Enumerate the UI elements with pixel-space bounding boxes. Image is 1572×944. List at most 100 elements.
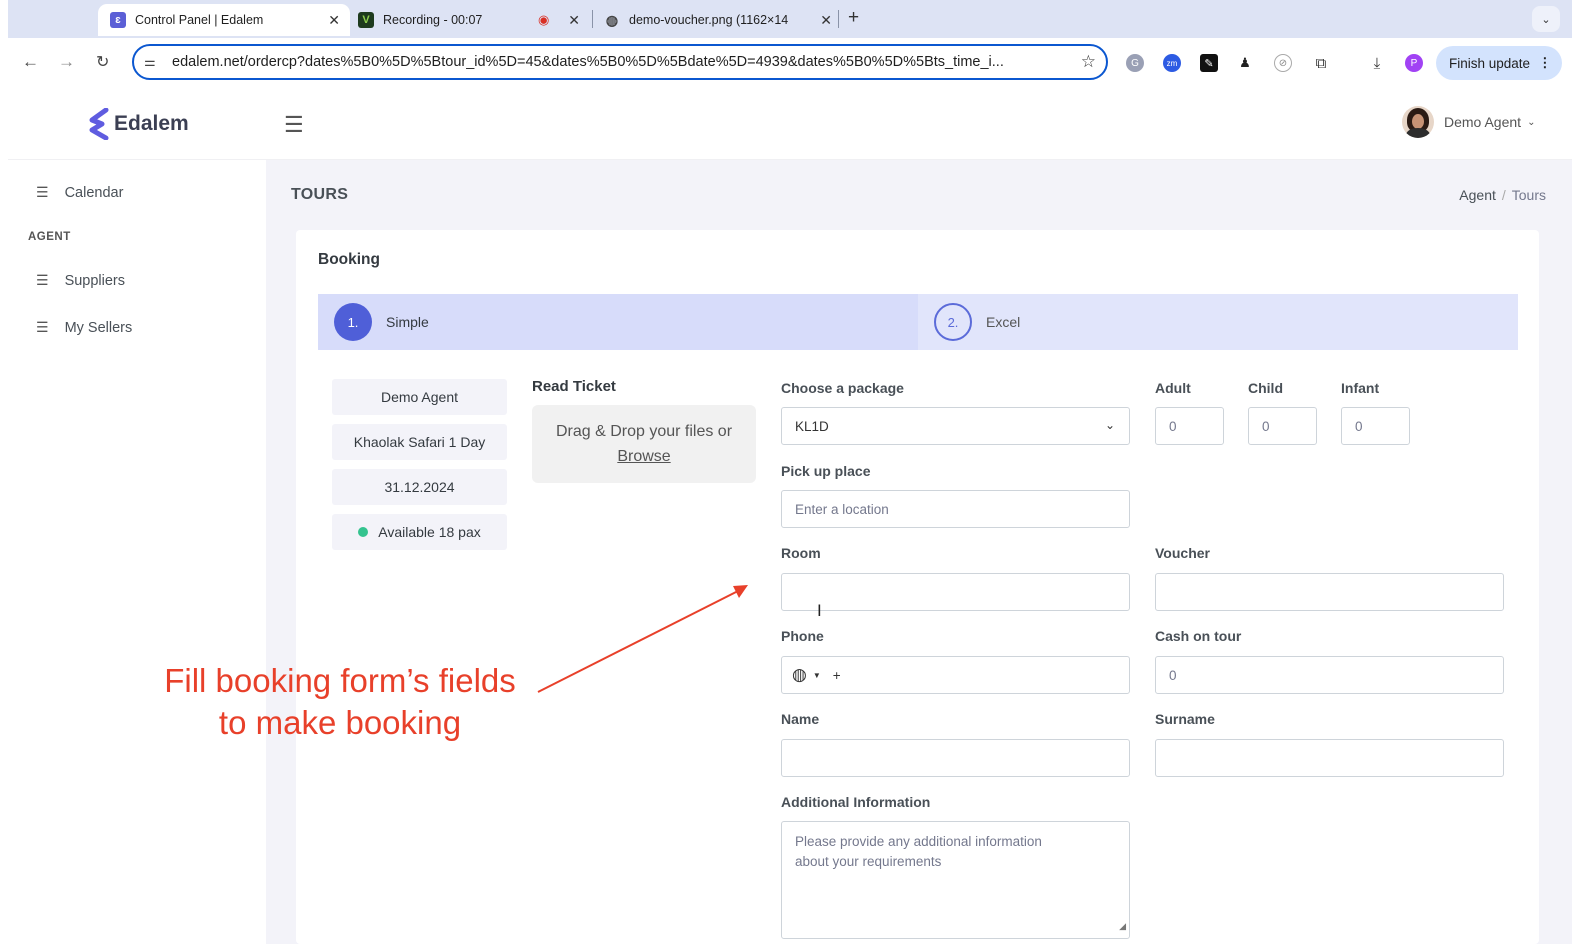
adult-input[interactable]: 0: [1155, 407, 1224, 445]
site-settings-icon[interactable]: ⚌: [144, 54, 164, 70]
availability-text: Available 18 pax: [378, 524, 481, 540]
adult-value: 0: [1169, 418, 1177, 434]
user-name: Demo Agent: [1444, 114, 1522, 130]
breadcrumb: Agent / Tours: [1459, 187, 1546, 203]
breadcrumb-agent[interactable]: Agent: [1459, 187, 1496, 203]
annotation-line2: to make booking: [218, 704, 462, 741]
sidebar-item-my-sellers[interactable]: ☰ My Sellers: [36, 319, 132, 336]
pickup-placeholder: Enter a location: [795, 501, 889, 517]
pickup-input[interactable]: Enter a location: [781, 490, 1130, 528]
annotation-line1: Fill booking form’s fields: [164, 662, 516, 699]
additional-label: Additional Information: [781, 794, 931, 810]
tab-demo-voucher[interactable]: ◍ demo-voucher.png (1162×14 ✕: [602, 4, 834, 36]
step-label: Simple: [386, 314, 429, 330]
browse-link[interactable]: Browse: [617, 448, 670, 465]
sidebar-item-label: Calendar: [64, 184, 124, 201]
text-cursor-icon: I: [817, 601, 822, 620]
browser-chrome: ɛ Control Panel | Edalem ✕ V Recording -…: [8, 0, 1572, 88]
edit-extension-icon[interactable]: ✎: [1200, 54, 1218, 72]
brand-name: Edalem: [114, 112, 189, 135]
sidebar-item-label: My Sellers: [64, 319, 133, 336]
robot-extension-icon[interactable]: ♟: [1236, 54, 1254, 72]
summary-date: 31.12.2024: [332, 469, 507, 505]
edalem-icon: ɛ: [110, 12, 126, 28]
back-icon[interactable]: ←: [22, 52, 39, 72]
reload-icon[interactable]: ↻: [96, 52, 109, 72]
resize-handle-icon[interactable]: ◢: [1119, 916, 1126, 936]
breadcrumb-separator: /: [1501, 187, 1506, 203]
extension-icon[interactable]: G: [1126, 54, 1144, 72]
name-label: Name: [781, 711, 820, 727]
additional-textarea[interactable]: Please provide any additional informatio…: [781, 821, 1130, 939]
step-number: 1.: [334, 303, 372, 341]
list-icon: ☰: [36, 184, 49, 200]
edalem-logo-icon: [89, 108, 109, 140]
sidebar: ☰ Calendar AGENT ☰ Suppliers ☰ My Seller…: [8, 160, 266, 944]
finish-update-button[interactable]: Finish update ⋮: [1436, 46, 1562, 80]
brand-logo[interactable]: Edalem: [88, 108, 189, 140]
step-label: Excel: [986, 314, 1021, 330]
tab-bar: ɛ Control Panel | Edalem ✕ V Recording -…: [8, 0, 1572, 38]
country-selector[interactable]: ◍ ▼: [792, 665, 833, 685]
additional-placeholder-line1: Please provide any additional informatio…: [795, 834, 1042, 849]
infant-label: Infant: [1341, 380, 1380, 396]
additional-placeholder-line2: about your requirements: [795, 854, 942, 869]
finish-update-label: Finish update: [1449, 55, 1531, 71]
infant-value: 0: [1355, 418, 1363, 434]
close-tab-icon[interactable]: ✕: [568, 12, 580, 29]
bookmark-star-icon[interactable]: ☆: [1081, 52, 1096, 72]
tab-title: Control Panel | Edalem: [135, 13, 264, 27]
compass-extension-icon[interactable]: ⊘: [1274, 54, 1292, 72]
puzzle-extensions-icon[interactable]: ⧉: [1312, 54, 1330, 72]
sidebar-item-calendar[interactable]: ☰ Calendar: [36, 184, 123, 201]
cash-input[interactable]: 0: [1155, 656, 1504, 694]
close-tab-icon[interactable]: ✕: [328, 12, 340, 29]
tab-control-panel[interactable]: ɛ Control Panel | Edalem ✕: [98, 4, 350, 36]
download-icon[interactable]: ⤓: [1368, 54, 1386, 72]
main-content: TOURS Agent / Tours Booking 1. Simple 2. E…: [266, 160, 1572, 944]
card-title: Booking: [318, 251, 380, 268]
read-ticket-title: Read Ticket: [532, 378, 616, 395]
package-selected: KL1D: [795, 418, 829, 434]
user-menu[interactable]: Demo Agent ⌄: [1402, 106, 1535, 138]
phone-label: Phone: [781, 628, 824, 644]
name-input[interactable]: [781, 739, 1130, 777]
sidebar-section-heading: AGENT: [28, 231, 71, 243]
tab-title: Recording - 00:07: [383, 13, 483, 27]
url-text[interactable]: edalem.net/ordercp?dates%5B0%5D%5Btour_i…: [172, 54, 1062, 70]
step-excel[interactable]: 2. Excel: [918, 294, 1518, 350]
forward-icon[interactable]: →: [58, 52, 75, 72]
profile-avatar[interactable]: P: [1405, 54, 1423, 72]
page-title: TOURS: [291, 186, 349, 203]
tab-title: demo-voucher.png (1162×14: [629, 13, 789, 27]
file-dropzone[interactable]: Drag & Drop your files or Browse: [532, 405, 756, 483]
sidebar-item-label: Suppliers: [64, 272, 126, 289]
child-input[interactable]: 0: [1248, 407, 1317, 445]
package-select[interactable]: KL1D ⌄: [781, 407, 1130, 445]
tab-search-chevron-icon[interactable]: ⌄: [1532, 6, 1560, 32]
close-tab-icon[interactable]: ✕: [820, 12, 832, 29]
tab-recording[interactable]: V Recording - 00:07 ◉ ✕: [356, 4, 588, 36]
surname-input[interactable]: [1155, 739, 1504, 777]
phone-prefix: +: [832, 667, 841, 683]
status-dot: [358, 527, 369, 537]
pickup-label: Pick up place: [781, 463, 871, 479]
sidebar-item-suppliers[interactable]: ☰ Suppliers: [36, 272, 125, 289]
step-simple[interactable]: 1. Simple: [318, 294, 918, 350]
address-bar[interactable]: ⚌ edalem.net/ordercp?dates%5B0%5D%5Btour…: [132, 44, 1108, 80]
caret-down-icon: ▼: [812, 670, 821, 680]
infant-input[interactable]: 0: [1341, 407, 1410, 445]
annotation-text: Fill booking form’s fields to make booki…: [140, 660, 540, 744]
voucher-input[interactable]: [1155, 573, 1504, 611]
voucher-label: Voucher: [1155, 545, 1210, 561]
new-tab-icon[interactable]: +: [848, 7, 859, 29]
v-icon: V: [358, 12, 374, 28]
room-input[interactable]: [781, 573, 1130, 611]
menu-toggle-icon[interactable]: ☰: [284, 112, 304, 138]
breadcrumb-current: Tours: [1511, 187, 1546, 203]
room-label: Room: [781, 545, 821, 561]
tab-separator: [592, 10, 593, 28]
phone-input[interactable]: ◍ ▼ +: [781, 656, 1130, 694]
chevron-down-icon: ⌄: [1527, 116, 1536, 128]
zoom-extension-icon[interactable]: zm: [1163, 54, 1181, 72]
